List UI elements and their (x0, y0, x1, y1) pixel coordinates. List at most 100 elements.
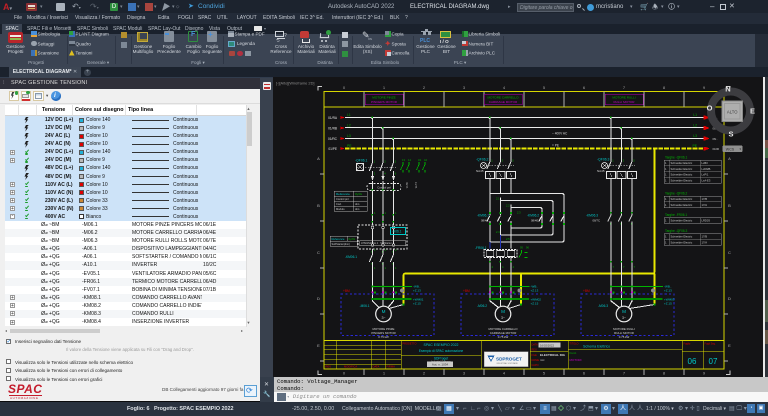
svg-text:B: B (317, 203, 320, 208)
svg-text:3: 3 (463, 86, 465, 90)
svg-text:LxB3: LxB3 (702, 161, 709, 165)
svg-text:L2: L2 (347, 124, 351, 128)
svg-text:-M06.2: -M06.2 (477, 304, 487, 308)
svg-text:Schneider Electric: Schneider Electric (671, 219, 693, 223)
svg-text:A: A (728, 156, 731, 161)
svg-text:DATA: DATA (373, 364, 380, 368)
svg-text:-M06.3: -M06.3 (598, 304, 608, 308)
svg-text:-QF06.1: -QF06.1 (355, 159, 368, 163)
svg-text:7: 7 (623, 372, 625, 376)
svg-text:08/7C: 08/7C (593, 219, 600, 223)
svg-text:REV: REV (326, 364, 332, 368)
svg-text:0.75 kW: 0.75 kW (498, 335, 509, 339)
svg-text:0: 0 (343, 86, 345, 90)
svg-text:0y/0x: 0y/0x (355, 192, 363, 196)
svg-text:-M06.1: -M06.1 (360, 304, 370, 308)
svg-text:16/02/2022: 16/02/2022 (540, 343, 554, 347)
svg-text:MOTORE PINZE: MOTORE PINZE (372, 95, 396, 99)
svg-text:L3: L3 (693, 134, 697, 138)
svg-text:SPAC ESEMPIO 2022: SPAC ESEMPIO 2022 (424, 343, 459, 347)
svg-text:Schneider Electric: Schneider Electric (671, 203, 693, 207)
svg-text:Cod.: Cod. (336, 202, 342, 206)
svg-text:B: B (728, 203, 731, 208)
svg-text:MOTORI: MOTORI (570, 358, 582, 362)
svg-text:E: E (728, 343, 731, 348)
svg-text:3~: 3~ (381, 316, 385, 320)
svg-text:CAPO: CAPO (532, 364, 539, 367)
svg-text:-KM06.1: -KM06.1 (345, 255, 357, 259)
svg-text:E: E (750, 107, 755, 116)
svg-text:PINCERS MOTOR: PINCERS MOTOR (371, 100, 398, 104)
svg-text:dnn: dnn (355, 207, 360, 211)
svg-text:2.1: 2.1 (496, 197, 500, 201)
svg-text:17/A: 17/A (702, 240, 708, 244)
svg-text:C: C (728, 250, 731, 255)
svg-text:08/4E: 08/4E (531, 219, 538, 223)
svg-text:Schneider Electric: Schneider Electric (671, 235, 693, 239)
svg-text:PE: PE (347, 144, 352, 148)
svg-text:4: 4 (503, 86, 505, 90)
svg-text:9: 9 (703, 86, 705, 90)
svg-text:RULLI MOTOR: RULLI MOTOR (613, 100, 635, 104)
svg-text:0y/0x: 0y/0x (349, 237, 356, 241)
svg-text:LxA-E3: LxA-E3 (702, 178, 711, 182)
svg-text:Schneider Electric: Schneider Electric (671, 197, 693, 201)
svg-text:REV.: REV. (532, 349, 538, 352)
svg-text:MOTORE CARRELLO: MOTORE CARRELLO (487, 95, 519, 99)
svg-text:Aut. n. 1034: Aut. n. 1034 (432, 363, 449, 367)
svg-text:Control pnl: Control pnl (377, 185, 391, 189)
svg-text:Schema Elettrico: Schema Elettrico (583, 344, 610, 348)
svg-text:01/RB: 01/RB (328, 127, 337, 131)
svg-text:5: 5 (543, 372, 545, 376)
svg-text:-KM06.3: -KM06.3 (586, 214, 598, 218)
svg-text:Fogli Seg.: Fogli Seg. (705, 343, 717, 346)
svg-text:0: 0 (343, 372, 345, 376)
svg-text:PE: PE (692, 144, 697, 148)
svg-text:ALTO: ALTO (727, 110, 738, 115)
svg-text:2.3: 2.3 (517, 211, 521, 215)
svg-text:L1: L1 (693, 113, 697, 117)
svg-text:Schneider Electric: Schneider Electric (671, 161, 693, 165)
svg-text:+BM: +BM (463, 289, 470, 293)
svg-text:NOME: NOME (532, 359, 540, 362)
svg-text:dnn: dnn (355, 202, 360, 206)
svg-text:E: E (317, 343, 320, 348)
svg-text:M: M (501, 309, 505, 314)
svg-text:Targhe -QF06.3: Targhe -QF06.3 (665, 229, 688, 233)
svg-text:FILE: FILE (532, 354, 538, 357)
svg-text:Schneider Electric: Schneider Electric (671, 240, 693, 244)
svg-text:A: A (317, 156, 320, 161)
svg-text:+Z.13: +Z.13 (413, 289, 421, 293)
svg-text:Targhe -QF06.2: Targhe -QF06.2 (665, 192, 688, 196)
svg-text:FIRMA: FIRMA (387, 364, 396, 368)
svg-text:+Z.13: +Z.13 (531, 289, 539, 293)
svg-text:4: 4 (503, 372, 505, 376)
svg-text:ELECTRICAL DIA: ELECTRICAL DIA (540, 353, 566, 357)
svg-text:O: O (707, 104, 713, 113)
svg-text:01/RC: 01/RC (328, 137, 338, 141)
svg-text:17/B: 17/B (702, 197, 708, 201)
svg-text:Schneider Electric: Schneider Electric (671, 178, 693, 182)
svg-text:Schneider Electric: Schneider Electric (671, 167, 693, 171)
svg-text:-KM06.2: -KM06.2 (527, 214, 539, 218)
svg-text:+BM: +BM (343, 289, 350, 293)
svg-text:M: M (382, 309, 386, 314)
svg-text:+Z.15: +Z.15 (413, 302, 421, 306)
svg-text:m/c: m/c (540, 358, 545, 362)
svg-text:2: 2 (423, 86, 425, 90)
svg-text:14/7B: 14/7B (414, 182, 417, 189)
svg-text:LxP/1: LxP/1 (702, 173, 709, 177)
svg-text:L3: L3 (347, 134, 351, 138)
svg-text:Targhe -FR06.1: Targhe -FR06.1 (665, 213, 687, 217)
svg-text:1: 1 (383, 372, 385, 376)
svg-text:INDUSTRIAL SOFTWARE: INDUSTRIAL SOFTWARE (497, 362, 519, 365)
svg-text:+BM: +BM (583, 289, 590, 293)
svg-text:+Z.15: +Z.15 (664, 302, 672, 306)
svg-text:2.2: 2.2 (506, 204, 510, 208)
svg-text:MODIFICA: MODIFICA (344, 364, 357, 368)
svg-text:6: 6 (583, 372, 585, 376)
svg-text:-QF06.2: -QF06.2 (476, 158, 489, 162)
svg-text:NA45: NA45 (476, 169, 484, 173)
svg-text:CARRIAGE MOTOR: CARRIAGE MOTOR (489, 100, 518, 104)
svg-text:17/B: 17/B (702, 235, 708, 239)
